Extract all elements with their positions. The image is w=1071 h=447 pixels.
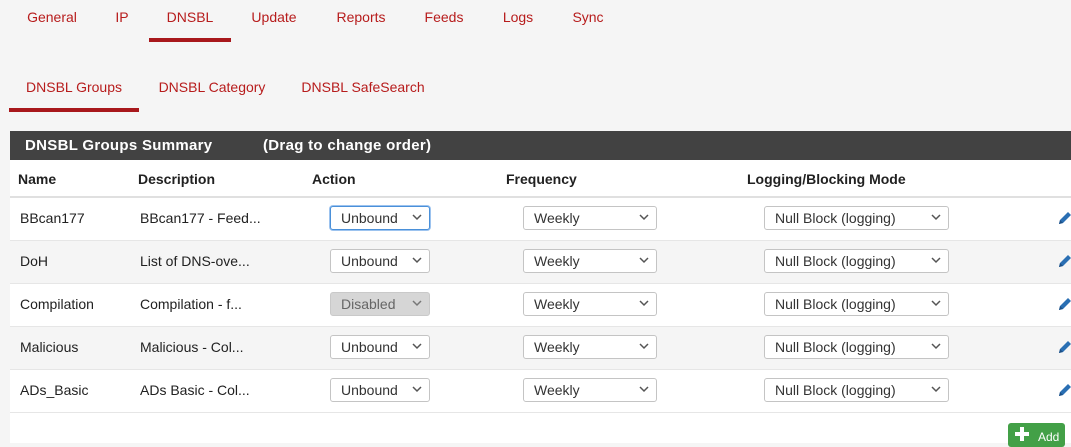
chevron-down-icon xyxy=(931,214,941,221)
action-select-value: Disabled xyxy=(341,296,396,312)
chevron-down-icon xyxy=(412,257,422,264)
logging-mode-select-value: Null Block (logging) xyxy=(775,210,896,226)
frequency-select-value: Weekly xyxy=(534,339,580,355)
logging-mode-select-value: Null Block (logging) xyxy=(775,339,896,355)
subtab-dnsbl-category[interactable]: DNSBL Category xyxy=(150,70,274,112)
panel-heading: DNSBL Groups Summary (Drag to change ord… xyxy=(10,131,1071,160)
subtab-dnsbl-groups[interactable]: DNSBL Groups xyxy=(9,70,139,112)
action-select[interactable]: Unbound xyxy=(330,378,430,402)
logging-mode-select-value: Null Block (logging) xyxy=(775,296,896,312)
tab-ip[interactable]: IP xyxy=(106,0,138,42)
action-select-value: Unbound xyxy=(341,382,398,398)
tab-feeds[interactable]: Feeds xyxy=(414,0,474,42)
row-description: Compilation - f... xyxy=(140,296,242,312)
row-name: Compilation xyxy=(20,296,94,312)
dnsbl-groups-panel: DNSBL Groups Summary (Drag to change ord… xyxy=(10,131,1071,443)
pencil-icon[interactable] xyxy=(1056,338,1071,356)
frequency-select-value: Weekly xyxy=(534,210,580,226)
chevron-down-icon xyxy=(931,257,941,264)
chevron-down-icon xyxy=(931,300,941,307)
action-select-value: Unbound xyxy=(341,339,398,355)
tab-logs[interactable]: Logs xyxy=(492,0,544,42)
chevron-down-icon xyxy=(639,257,649,264)
sub-tab-bar: DNSBL Groups DNSBL Category DNSBL SafeSe… xyxy=(0,70,1071,114)
add-button-label: Add xyxy=(1038,430,1060,444)
logging-mode-select[interactable]: Null Block (logging) xyxy=(764,292,949,316)
pencil-icon[interactable] xyxy=(1056,381,1071,399)
action-select-value: Unbound xyxy=(341,210,398,226)
frequency-select[interactable]: Weekly xyxy=(523,378,657,402)
logging-mode-select[interactable]: Null Block (logging) xyxy=(764,378,949,402)
panel-subtitle: (Drag to change order) xyxy=(263,137,432,154)
subtab-dnsbl-safesearch[interactable]: DNSBL SafeSearch xyxy=(293,70,433,112)
action-select[interactable]: Unbound xyxy=(330,206,430,230)
logging-mode-select[interactable]: Null Block (logging) xyxy=(764,249,949,273)
frequency-select[interactable]: Weekly xyxy=(523,335,657,359)
table-row[interactable]: Malicious Malicious - Col... Unbound Wee… xyxy=(10,327,1071,370)
tab-dnsbl[interactable]: DNSBL xyxy=(149,0,231,42)
column-header-frequency: Frequency xyxy=(506,171,577,187)
pencil-icon[interactable] xyxy=(1056,252,1071,270)
logging-mode-select-value: Null Block (logging) xyxy=(775,253,896,269)
pencil-icon[interactable] xyxy=(1056,209,1071,227)
frequency-select[interactable]: Weekly xyxy=(523,206,657,230)
row-description: ADs Basic - Col... xyxy=(140,382,250,398)
chevron-down-icon xyxy=(412,386,422,393)
row-name: Malicious xyxy=(20,339,79,355)
column-header-mode: Logging/Blocking Mode xyxy=(747,171,906,187)
top-tab-bar: General IP DNSBL Update Reports Feeds Lo… xyxy=(0,0,1071,44)
tab-sync[interactable]: Sync xyxy=(563,0,613,42)
action-select-value: Unbound xyxy=(341,253,398,269)
chevron-down-icon xyxy=(639,214,649,221)
column-header-action: Action xyxy=(312,171,356,187)
chevron-down-icon xyxy=(639,300,649,307)
column-header-description: Description xyxy=(138,171,216,187)
panel-title: DNSBL Groups Summary xyxy=(25,137,213,154)
chevron-down-icon xyxy=(931,386,941,393)
frequency-select-value: Weekly xyxy=(534,253,580,269)
logging-mode-select[interactable]: Null Block (logging) xyxy=(764,206,949,230)
chevron-down-icon xyxy=(412,300,422,307)
frequency-select-value: Weekly xyxy=(534,382,580,398)
plus-icon xyxy=(1015,427,1029,441)
chevron-down-icon xyxy=(412,343,422,350)
add-button[interactable]: Add xyxy=(1008,423,1065,447)
column-header-name: Name xyxy=(18,171,57,187)
row-name: ADs_Basic xyxy=(20,382,89,398)
table-row[interactable]: Compilation Compilation - f... Disabled … xyxy=(10,284,1071,327)
chevron-down-icon xyxy=(931,343,941,350)
table-row[interactable]: DoH List of DNS-ove... Unbound Weekly Nu… xyxy=(10,241,1071,284)
row-description: Malicious - Col... xyxy=(140,339,244,355)
pencil-icon[interactable] xyxy=(1056,295,1071,313)
frequency-select[interactable]: Weekly xyxy=(523,292,657,316)
logging-mode-select-value: Null Block (logging) xyxy=(775,382,896,398)
frequency-select[interactable]: Weekly xyxy=(523,249,657,273)
chevron-down-icon xyxy=(412,214,422,221)
row-name: DoH xyxy=(20,253,49,269)
tab-update[interactable]: Update xyxy=(242,0,306,42)
action-select: Disabled xyxy=(330,292,430,316)
chevron-down-icon xyxy=(639,343,649,350)
row-name: BBcan177 xyxy=(20,210,85,226)
tab-reports[interactable]: Reports xyxy=(326,0,396,42)
table-row[interactable]: BBcan177 BBcan177 - Feed... Unbound Week… xyxy=(10,198,1071,241)
chevron-down-icon xyxy=(639,386,649,393)
frequency-select-value: Weekly xyxy=(534,296,580,312)
logging-mode-select[interactable]: Null Block (logging) xyxy=(764,335,949,359)
row-description: BBcan177 - Feed... xyxy=(140,210,261,226)
row-description: List of DNS-ove... xyxy=(140,253,250,269)
action-select[interactable]: Unbound xyxy=(330,249,430,273)
table-row[interactable]: ADs_Basic ADs Basic - Col... Unbound Wee… xyxy=(10,370,1071,413)
table-header: Name Description Action Frequency Loggin… xyxy=(10,160,1071,198)
action-select[interactable]: Unbound xyxy=(330,335,430,359)
tab-general[interactable]: General xyxy=(18,0,86,42)
